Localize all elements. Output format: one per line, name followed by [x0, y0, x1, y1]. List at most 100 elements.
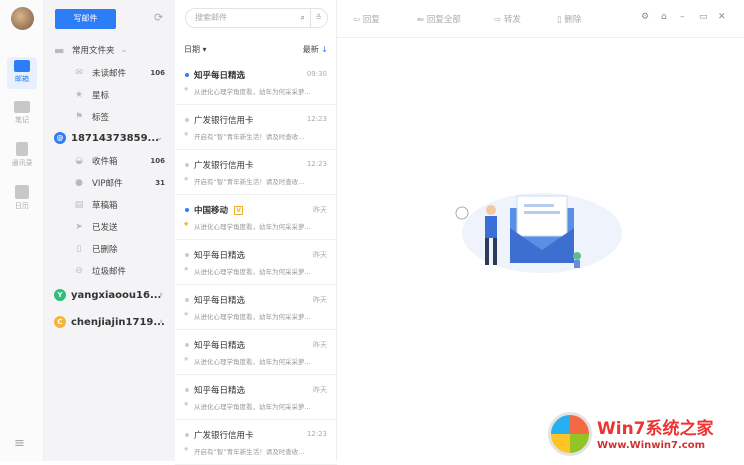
search-placeholder: 搜索邮件: [195, 13, 227, 22]
sender-text: 知乎每日精选: [194, 296, 246, 306]
rail-label: 通讯录: [11, 159, 33, 167]
settings-icon[interactable]: ⚙: [641, 12, 649, 22]
refresh-icon[interactable]: ⟳: [154, 11, 163, 24]
forward-label: 转发: [503, 15, 521, 25]
mail-preview: 从进化心理学角度看，幼年为何采采萝...: [194, 358, 311, 366]
mail-item[interactable]: 中国移动 V 昨天 ★ 从进化心理学角度看，幼年为何采采萝...: [175, 195, 337, 240]
unread-dot: [185, 343, 189, 347]
star-icon[interactable]: ★: [183, 310, 189, 318]
mail-item[interactable]: 知乎每日精选 09:30 ★ 从进化心理学角度看，幼年为何采采萝...: [175, 60, 337, 105]
rail-label: 日历: [15, 202, 29, 210]
rail-label: 邮箱: [15, 75, 29, 83]
common-folders-header[interactable]: ▬ 常用文件夹 ⌄: [44, 40, 175, 60]
mail-time: 12:23: [306, 115, 327, 123]
account-badge: Y: [54, 289, 66, 301]
rail-calendar[interactable]: 日历: [7, 182, 37, 214]
star-icon[interactable]: ★: [183, 445, 189, 453]
star-icon[interactable]: ★: [183, 175, 189, 183]
star-icon[interactable]: ★: [183, 130, 189, 138]
trash-icon: ▯: [76, 244, 82, 254]
star-icon[interactable]: ★: [183, 220, 189, 228]
star-icon[interactable]: ★: [183, 355, 189, 363]
mail-item[interactable]: 知乎每日精选 昨天 ★ 从进化心理学角度看，幼年为何采采萝...: [175, 375, 337, 420]
folder-drafts[interactable]: ▤ 草稿箱: [44, 195, 175, 215]
mail-icon: [14, 60, 30, 72]
mail-item[interactable]: 广发银行信用卡 12:23 ★ 开启有“智”青年新生活！请及时查收...: [175, 105, 337, 150]
search-input[interactable]: 搜索邮件 ⌕ ≚: [185, 8, 328, 28]
unread-dot: [185, 298, 189, 302]
maximize-button[interactable]: ▭: [699, 12, 708, 22]
send-icon: ➤: [75, 222, 83, 232]
notes-icon: [14, 101, 30, 113]
hamburger-icon[interactable]: ≡: [14, 436, 25, 451]
mail-time: 昨天: [313, 251, 327, 259]
folder-inbox[interactable]: ◒ 收件箱 106: [44, 151, 175, 171]
filter-icon[interactable]: ≚: [310, 9, 322, 27]
mail-time: 12:23: [306, 430, 327, 438]
star-icon[interactable]: ★: [183, 265, 189, 273]
reply-all-button[interactable]: ⇚ 回复全部: [417, 13, 461, 25]
reply-all-label: 回复全部: [426, 15, 461, 25]
mail-item[interactable]: 知乎每日精选 昨天 ★ 从进化心理学角度看，幼年为何采采萝...: [175, 330, 337, 375]
sender-text: 知乎每日精选: [194, 71, 246, 81]
star-icon[interactable]: ★: [183, 400, 189, 408]
folder-deleted[interactable]: ▯ 已删除: [44, 239, 175, 259]
unread-dot: [185, 388, 189, 392]
account-2[interactable]: Yyangxiaoou16... ›: [44, 285, 175, 305]
folder-vip[interactable]: ● VIP邮件 31: [44, 173, 175, 193]
compose-button[interactable]: 写邮件: [55, 9, 116, 29]
rail-mail[interactable]: 邮箱: [7, 57, 37, 89]
sort-dropdown[interactable]: 日期 ▾: [184, 45, 207, 54]
mail-item[interactable]: 广发银行信用卡 12:23 ★ 开启有“智”青年新生活！请及时查收...: [175, 150, 337, 195]
skin-icon[interactable]: ⌂: [661, 12, 667, 22]
mail-item[interactable]: 知乎每日精选 昨天 ★ 从进化心理学角度看，幼年为何采采萝...: [175, 240, 337, 285]
reply-button[interactable]: ⇦ 回复: [353, 13, 380, 25]
unread-dot: [185, 433, 189, 437]
folder-sent[interactable]: ➤ 已发送: [44, 217, 175, 237]
forward-button[interactable]: ⇨ 转发: [494, 13, 521, 25]
watermark: Win7系统之家 Www.Winwin7.com: [545, 410, 744, 461]
avatar[interactable]: [11, 7, 34, 30]
watermark-title: Win7系统之家: [597, 419, 714, 439]
account-name: 18714373859...: [71, 132, 159, 144]
close-button[interactable]: ✕: [718, 12, 726, 22]
empty-state-illustration: [455, 193, 622, 273]
folder-label: 已删除: [92, 245, 118, 255]
order-toggle[interactable]: 最新 ↓: [303, 44, 328, 55]
vip-count: 31: [155, 179, 165, 187]
search-icon[interactable]: ⌕: [301, 9, 305, 27]
star-icon[interactable]: ★: [183, 85, 189, 93]
toolbar: ⇦ 回复 ⇚ 回复全部 ⇨ 转发 ▯ 删除 ⚙ ⌂ – ▭ ✕: [337, 0, 744, 38]
mail-time: 昨天: [313, 386, 327, 394]
unread-count: 106: [150, 69, 165, 77]
delete-button[interactable]: ▯ 删除: [557, 13, 581, 25]
rail-notes[interactable]: 笔记: [7, 98, 37, 130]
mail-time: 昨天: [313, 296, 327, 304]
mail-sender: 广发银行信用卡: [194, 429, 254, 441]
mail-item[interactable]: 知乎每日精选 昨天 ★ 从进化心理学角度看，幼年为何采采萝...: [175, 285, 337, 330]
folder-label: 草稿箱: [92, 201, 118, 211]
folder-spam[interactable]: ⊖ 垃圾邮件: [44, 261, 175, 281]
unread-dot: [185, 163, 189, 167]
mail-item[interactable]: 广发银行信用卡 12:23 ★ 开启有“智”青年新生活！请及时查收...: [175, 420, 337, 465]
unread-dot: [185, 73, 189, 77]
account-3[interactable]: Cchenjiajin1719... ›: [44, 312, 175, 332]
sender-text: 知乎每日精选: [194, 341, 246, 351]
account-name: yangxiaoou16...: [71, 289, 162, 301]
minimize-button[interactable]: –: [680, 12, 685, 22]
mail-time: 09:30: [306, 70, 327, 78]
folder-label: 垃圾邮件: [92, 267, 127, 277]
mail-preview: 开启有“智”青年新生活！请及时查收...: [194, 178, 305, 186]
account-badge: C: [54, 316, 66, 328]
folder-tags[interactable]: ⚑ 标签: [44, 107, 175, 127]
unread-dot: [185, 208, 189, 212]
sender-text: 知乎每日精选: [194, 251, 246, 261]
watermark-url: Www.Winwin7.com: [597, 440, 706, 451]
envelope-icon: ✉: [75, 68, 83, 78]
inbox-count: 106: [150, 157, 165, 165]
windows-logo: [548, 412, 592, 456]
folder-unread[interactable]: ✉ 未读邮件 106: [44, 63, 175, 83]
account-1[interactable]: @18714373859... ⌄: [44, 128, 175, 148]
rail-contacts[interactable]: 通讯录: [7, 139, 37, 171]
folder-starred[interactable]: ★ 星标: [44, 85, 175, 105]
